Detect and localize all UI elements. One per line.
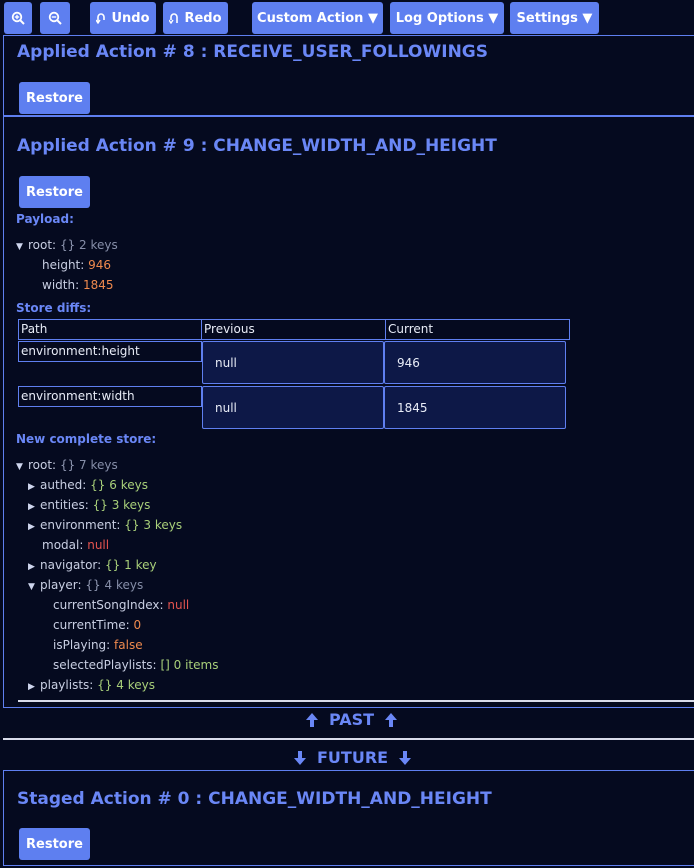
toolbar: Undo Redo Custom Action ▼ Log Options ▼ … [0,0,694,36]
restore-button[interactable]: Restore [19,828,90,860]
zoom-in-button[interactable] [4,2,32,34]
undo-icon [96,13,106,24]
store-player-row[interactable]: ▼ player: {} 4 keys [28,577,143,593]
diff-row-current: 946 [384,341,566,384]
action-title: Applied Action # 8 : RECEIVE_USER_FOLLOW… [17,42,488,62]
restore-button[interactable]: Restore [19,82,90,114]
action-title: Applied Action # 9 : CHANGE_WIDTH_AND_HE… [17,136,497,156]
payload-height-row: height: 946 [42,258,112,272]
diff-header-previous: Previous [201,319,386,340]
log-options-button[interactable]: Log Options ▼ [390,2,504,34]
future-label: FUTURE [317,748,389,767]
store-selected-playlists-row: selectedPlaylists: [] 0 items [53,658,219,672]
redo-label: Redo [184,10,222,26]
action-panel-9: Applied Action # 9 : CHANGE_WIDTH_AND_HE… [3,116,694,708]
diff-row-path: environment:width [18,386,202,407]
diff-header-current: Current [385,319,570,340]
collapsed-arrow-icon[interactable]: ▶ [28,679,40,695]
store-diffs-label: Store diffs: [16,301,92,315]
expanded-arrow-icon[interactable]: ▼ [16,459,28,475]
zoom-out-button[interactable] [40,2,70,34]
diff-row-previous: null [202,341,384,384]
undo-label: Undo [111,10,150,26]
store-current-song-index-row: currentSongIndex: null [53,598,190,612]
diff-row-previous: null [202,386,384,429]
past-divider: PAST [305,710,398,729]
collapsed-arrow-icon[interactable]: ▶ [28,499,40,515]
store-navigator-row[interactable]: ▶ navigator: {} 1 key [28,557,157,573]
redo-icon [169,13,179,24]
restore-button[interactable]: Restore [19,176,90,208]
store-authed-row[interactable]: ▶ authed: {} 6 keys [28,477,148,493]
diff-header-path: Path [18,319,202,340]
store-playlists-row[interactable]: ▶ playlists: {} 4 keys [28,677,155,693]
payload-label: Payload: [16,212,74,226]
custom-action-label: Custom Action ▼ [257,10,378,26]
store-is-playing-row: isPlaying: false [53,638,143,652]
store-entities-row[interactable]: ▶ entities: {} 3 keys [28,497,150,513]
redo-button[interactable]: Redo [163,2,228,34]
expanded-arrow-icon[interactable]: ▼ [16,239,28,255]
arrow-down-icon [294,750,306,765]
arrow-up-icon [306,712,318,727]
store-modal-row: modal: null [42,538,110,552]
payload-root-row[interactable]: ▼ root: {} 2 keys [16,237,118,253]
custom-action-button[interactable]: Custom Action ▼ [252,2,383,34]
action-panel-8: Applied Action # 8 : RECEIVE_USER_FOLLOW… [3,35,694,116]
store-divider [18,700,694,702]
zoom-in-icon [11,11,25,25]
log-options-label: Log Options ▼ [395,10,499,26]
undo-button[interactable]: Undo [90,2,156,34]
new-store-label: New complete store: [16,432,157,446]
settings-button[interactable]: Settings ▼ [510,2,599,34]
diff-row-path: environment:height [18,341,202,362]
arrow-down-icon [399,750,412,765]
payload-width-row: width: 1845 [42,278,114,292]
settings-label: Settings ▼ [516,10,593,26]
action-title: Staged Action # 0 : CHANGE_WIDTH_AND_HEI… [17,789,492,809]
collapsed-arrow-icon[interactable]: ▶ [28,559,40,575]
arrow-up-icon [385,712,398,727]
expanded-arrow-icon[interactable]: ▼ [28,579,40,595]
past-future-separator [3,738,694,740]
staged-action-panel-0: Staged Action # 0 : CHANGE_WIDTH_AND_HEI… [3,770,694,866]
collapsed-arrow-icon[interactable]: ▶ [28,479,40,495]
future-divider: FUTURE [293,748,412,767]
past-label: PAST [329,710,375,729]
collapsed-arrow-icon[interactable]: ▶ [28,519,40,535]
diff-row-current: 1845 [384,386,566,429]
store-current-time-row: currentTime: 0 [53,618,142,632]
zoom-out-icon [48,11,62,25]
store-root-row[interactable]: ▼ root: {} 7 keys [16,457,118,473]
store-environment-row[interactable]: ▶ environment: {} 3 keys [28,517,182,533]
